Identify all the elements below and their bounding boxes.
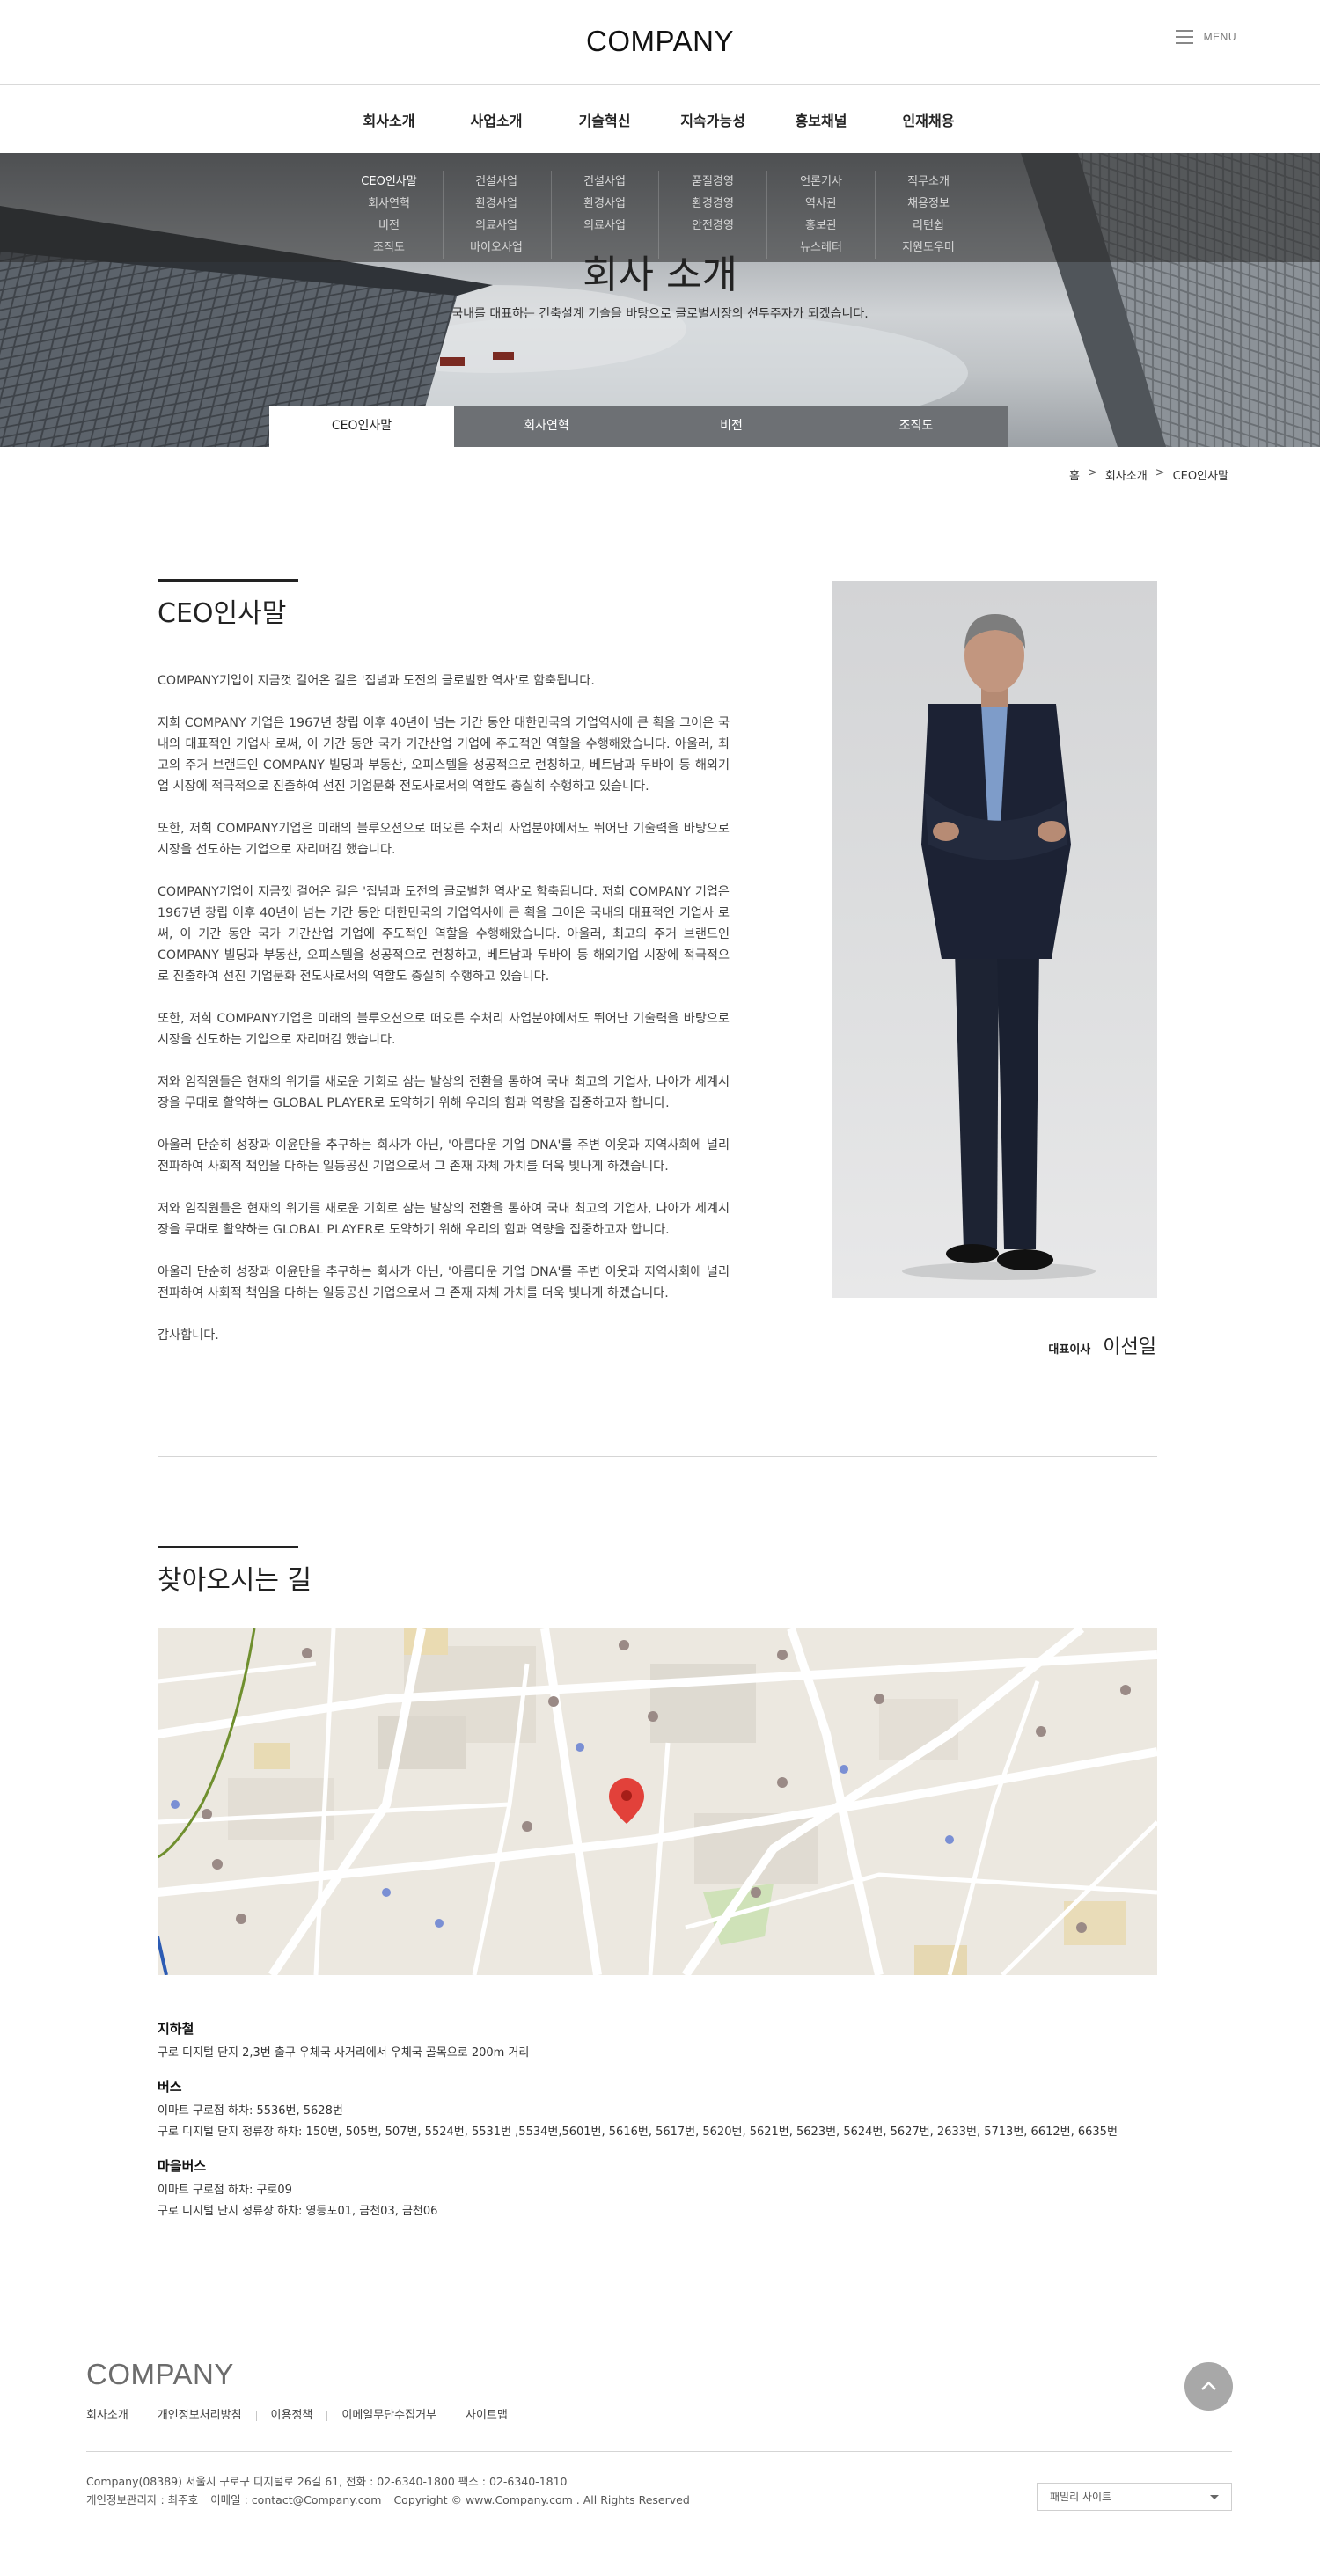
ceo-paragraph: 아울러 단순히 성장과 이윤만을 추구하는 회사가 아닌, '아름다운 기업 D…	[158, 1265, 730, 1300]
village-bus-title: 마을버스	[158, 2158, 207, 2174]
bus-line: 이마트 구로점 하차: 5536번, 5628번	[158, 2104, 343, 2118]
nav-item-recruit[interactable]: 인재채용	[876, 109, 981, 130]
footer-address: Company(08389) 서울시 구로구 디지털로 26길 61, 전화 :…	[86, 2475, 568, 2488]
subway-line: 구로 디지털 단지 2,3번 출구 우체국 사거리에서 우체국 골목으로 200…	[158, 2046, 530, 2060]
directions-subway: 지하철 구로 디지털 단지 2,3번 출구 우체국 사거리에서 우체국 골목으로…	[158, 2019, 1157, 2064]
nav-item-company[interactable]: 회사소개	[336, 109, 442, 130]
hero-title: 회사 소개	[583, 252, 737, 297]
footer-manager: 개인정보관리자 : 최주호	[86, 2493, 199, 2506]
footer-email: 이메일 : contact@Company.com	[210, 2493, 382, 2506]
ceo-photo	[832, 581, 1157, 1298]
hero-subtitle: 국내를 대표하는 건축설계 기술을 바탕으로 글로벌시장의 선두주자가 되겠습니…	[451, 307, 869, 321]
footer-links: 회사소개 개인정보처리방침 이용정책 이메일무단수집거부 사이트맵	[86, 2410, 522, 2421]
dropdown-item[interactable]: 의료사업	[550, 215, 659, 237]
breadcrumb-separator: >	[1155, 466, 1165, 479]
nav-item-sustainability[interactable]: 지속가능성	[660, 109, 766, 130]
menu-button[interactable]: MENU	[1175, 30, 1236, 44]
footer-divider	[86, 2451, 1232, 2452]
directions-bus: 버스 이마트 구로점 하차: 5536번, 5628번 구로 디지털 단지 정류…	[158, 2077, 1157, 2143]
breadcrumb: 홈 > 회사소개 > CEO인사말	[1069, 466, 1228, 483]
scroll-top-button[interactable]	[1184, 2362, 1233, 2411]
location-section-title: 찾아오시는 길	[158, 1546, 312, 1597]
dropdown-item[interactable]: 회사연혁	[334, 193, 444, 215]
dropdown-item[interactable]: 품질경영	[658, 171, 767, 193]
dropdown-item[interactable]: 리턴쉽	[874, 215, 983, 237]
sub-tabs: CEO인사말 회사연혁 비전 조직도	[269, 406, 1008, 447]
dropdown-item[interactable]: 환경경영	[658, 193, 767, 215]
dropdown-item[interactable]: 환경사업	[550, 193, 659, 215]
menu-label: MENU	[1203, 31, 1236, 43]
tab-vision[interactable]: 비전	[639, 406, 824, 447]
family-site-select[interactable]: 패밀리 사이트	[1037, 2483, 1232, 2511]
dropdown-item[interactable]: 직무소개	[874, 171, 983, 193]
directions-village-bus: 마을버스 이마트 구로점 하차: 구로09 구로 디지털 단지 정류장 하차: …	[158, 2156, 1157, 2222]
subway-title: 지하철	[158, 2021, 194, 2037]
hamburger-icon	[1175, 30, 1193, 44]
ceo-paragraph: COMPANY기업이 지금껏 걸어온 길은 '집념과 도전의 글로벌한 역사'로…	[158, 885, 730, 984]
hero-banner: CEO인사말 회사연혁 비전 조직도 건설사업 환경사업 의료사업 바이오사업 …	[0, 153, 1320, 447]
breadcrumb-current: CEO인사말	[1172, 470, 1228, 483]
tab-ceo-greeting[interactable]: CEO인사말	[269, 406, 454, 447]
dropdown-technology: 건설사업 환경사업 의료사업	[550, 171, 659, 237]
footer-link-company[interactable]: 회사소개	[86, 2410, 143, 2421]
ceo-paragraph: 감사합니다.	[158, 1328, 219, 1343]
bus-line: 구로 디지털 단지 정류장 하차: 150번, 505번, 507번, 5524…	[158, 2126, 1118, 2139]
nav-item-pr[interactable]: 홍보채널	[768, 109, 874, 130]
breadcrumb-level1[interactable]: 회사소개	[1105, 466, 1148, 483]
site-header: COMPANY MENU	[0, 0, 1320, 85]
ceo-paragraph: 저희 COMPANY 기업은 1967년 창립 이후 40년이 넘는 기간 동안…	[158, 716, 730, 794]
ceo-paragraph: COMPANY기업이 지금껏 걸어온 길은 '집념과 도전의 글로벌한 역사'로…	[158, 674, 595, 688]
ceo-paragraph: 또한, 저희 COMPANY기업은 미래의 블루오션으로 떠오른 수처리 사업분…	[158, 822, 730, 857]
footer-link-email-policy[interactable]: 이메일무단수집거부	[326, 2410, 451, 2421]
ceo-message: COMPANY기업이 지금껏 걸어온 길은 '집념과 도전의 글로벌한 역사'로…	[158, 670, 730, 1367]
dropdown-item[interactable]: 안전경영	[658, 215, 767, 237]
footer-copyright: Copyright © www.Company.com . All Rights…	[393, 2493, 690, 2506]
dropdown-item[interactable]: 비전	[334, 215, 444, 237]
village-bus-line: 이마트 구로점 하차: 구로09	[158, 2184, 292, 2197]
nav-item-business[interactable]: 사업소개	[444, 109, 549, 130]
footer-link-terms[interactable]: 이용정책	[255, 2410, 327, 2421]
ceo-name: 이선일	[1103, 1336, 1156, 1358]
footer-link-privacy[interactable]: 개인정보처리방침	[142, 2410, 256, 2421]
dropdown-item[interactable]: 의료사업	[442, 215, 551, 237]
dropdown-item[interactable]: 환경사업	[442, 193, 551, 215]
village-bus-line: 구로 디지털 단지 정류장 하차: 영등포01, 금천03, 금천06	[158, 2205, 438, 2218]
dropdown-sustainability: 품질경영 환경경영 안전경영	[658, 171, 767, 237]
ceo-paragraph: 저와 임직원들은 현재의 위기를 새로운 기회로 삼는 발상의 전환을 통하여 …	[158, 1202, 730, 1237]
caret-down-icon	[1210, 2495, 1219, 2499]
footer-link-sitemap[interactable]: 사이트맵	[451, 2410, 522, 2421]
dropdown-item[interactable]: 홍보관	[766, 215, 876, 237]
footer-info: Company(08389) 서울시 구로구 디지털로 26길 61, 전화 :…	[86, 2472, 699, 2509]
section-divider	[158, 1456, 1157, 1457]
tab-organization[interactable]: 조직도	[824, 406, 1008, 447]
ceo-paragraph: 또한, 저희 COMPANY기업은 미래의 블루오션으로 떠오른 수처리 사업분…	[158, 1012, 730, 1047]
bus-title: 버스	[158, 2079, 182, 2095]
dropdown-item[interactable]: 건설사업	[550, 171, 659, 193]
chevron-up-icon	[1201, 2381, 1216, 2390]
site-logo[interactable]: COMPANY	[0, 25, 1320, 58]
dropdown-item[interactable]: 건설사업	[442, 171, 551, 193]
tab-history[interactable]: 회사연혁	[454, 406, 639, 447]
breadcrumb-home[interactable]: 홈	[1069, 466, 1080, 483]
dropdown-item[interactable]: 언론기사	[766, 171, 876, 193]
family-site-label: 패밀리 사이트	[1050, 2491, 1112, 2503]
ceo-position: 대표이사	[1048, 1343, 1091, 1357]
nav-item-technology[interactable]: 기술혁신	[552, 109, 657, 130]
dropdown-item[interactable]: 역사관	[766, 193, 876, 215]
breadcrumb-separator: >	[1087, 466, 1097, 479]
ceo-paragraph: 저와 임직원들은 현재의 위기를 새로운 기회로 삼는 발상의 전환을 통하여 …	[158, 1075, 730, 1110]
ceo-signature: 대표이사 이선일	[1048, 1331, 1156, 1359]
ceo-paragraph: 아울러 단순히 성장과 이윤만을 추구하는 회사가 아닌, '아름다운 기업 D…	[158, 1138, 730, 1174]
dropdown-item[interactable]: CEO인사말	[334, 171, 444, 193]
main-navigation: 회사소개 사업소개 기술혁신 지속가능성 홍보채널 인재채용	[0, 86, 1320, 153]
location-map[interactable]	[158, 1628, 1157, 1975]
dropdown-item[interactable]: 채용정보	[874, 193, 983, 215]
footer-logo[interactable]: COMPANY	[86, 2358, 234, 2391]
ceo-section-title: CEO인사말	[158, 579, 299, 630]
